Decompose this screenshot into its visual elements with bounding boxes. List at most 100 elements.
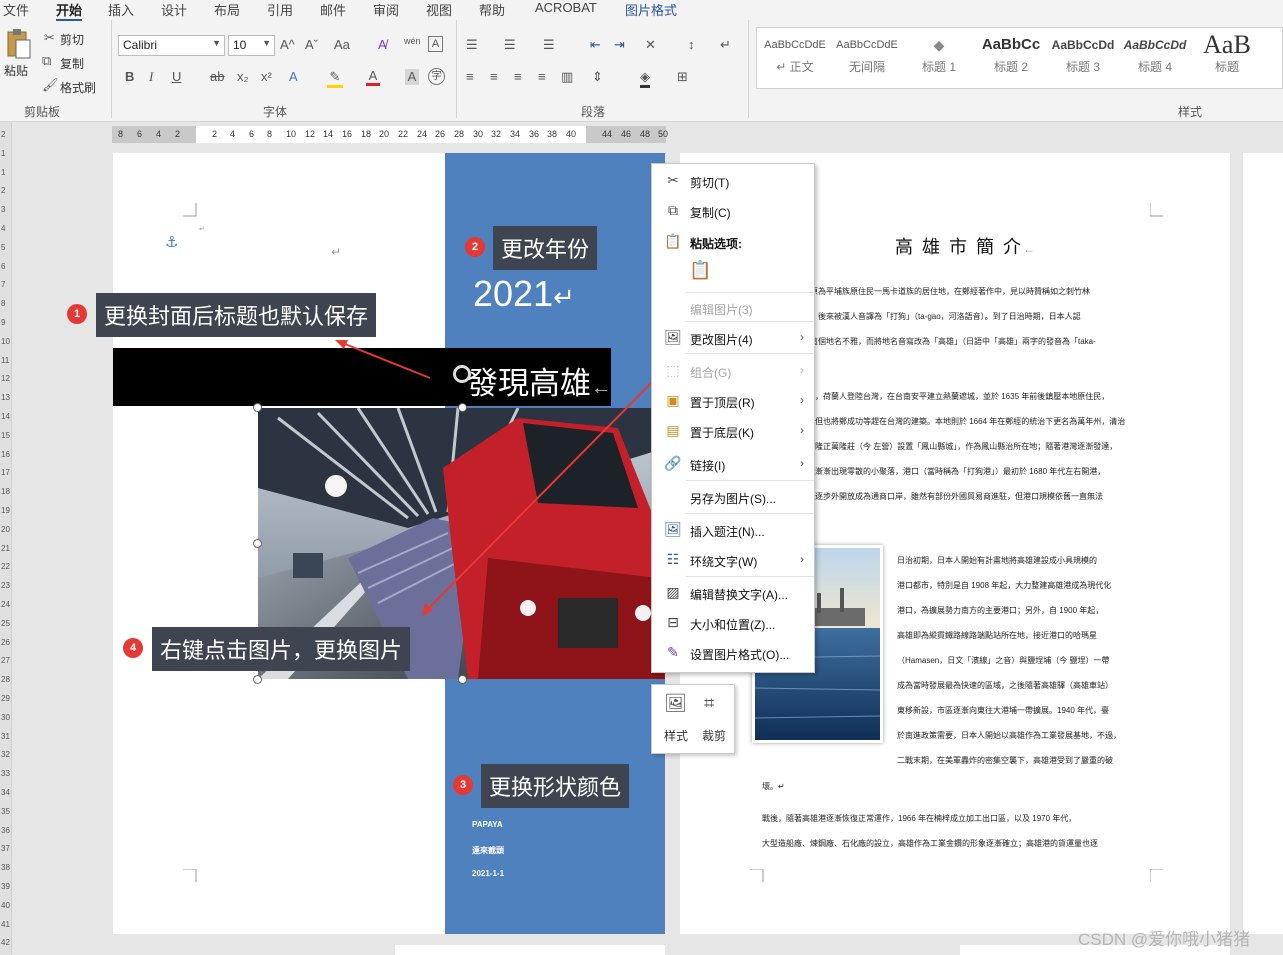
paragraph-mark: ↵ [331, 245, 342, 259]
menu-item-format-picture[interactable]: ✎ 设置图片格式(O)... [652, 641, 814, 665]
crop-mark [183, 869, 197, 882]
cover-author[interactable]: 遠來截頭 [472, 845, 504, 856]
style-preview: AaB [1203, 32, 1251, 58]
multilevel-list-icon[interactable]: ☰ [543, 37, 555, 53]
shading-icon[interactable]: ◈ [640, 69, 650, 88]
tab-references[interactable]: 引用 [267, 0, 293, 19]
menu-item-save-as-picture[interactable]: 另存为图片(S)... [652, 485, 814, 509]
font-name-select[interactable]: Calibri ▼ [118, 35, 225, 56]
copy-button[interactable]: 复制 [60, 55, 84, 72]
horizontal-ruler[interactable]: 8 6 4 2 2 4 6 8 10 12 14 16 18 20 22 24 26 28 30 32 34 36 38 40… [112, 126, 668, 143]
cut-button[interactable]: 剪切 [60, 31, 84, 48]
phonetic-guide-icon[interactable]: wén [404, 36, 421, 46]
ruler-tick-label: 19 [1, 506, 10, 515]
vertical-ruler[interactable]: 2 1 1 2 3 4 5 6 7 8 9 10 11 12 13 14 15 16 17 18 19 20 21 22 23 2… [0, 122, 12, 955]
cover-company[interactable]: PAPAYA [472, 820, 503, 829]
rotate-handle-icon[interactable] [453, 365, 471, 383]
align-center-icon[interactable]: ≡ [490, 69, 498, 84]
bullets-icon[interactable]: ☰ [466, 37, 478, 53]
chinese-layout-icon[interactable]: ✕ [645, 37, 656, 53]
ruler-tick-label: 18 [1, 487, 10, 497]
tab-help[interactable]: 帮助 [479, 0, 505, 19]
borders-icon[interactable]: ⊞ [677, 69, 688, 85]
wrap-text-icon: ☷ [666, 551, 680, 567]
resize-handle[interactable] [458, 675, 467, 684]
line-spacing-icon[interactable]: ⇕ [592, 69, 603, 85]
menu-item-bring-to-front[interactable]: ▣ 置于顶层(R) › [652, 389, 814, 413]
resize-handle[interactable] [253, 675, 262, 684]
clear-formatting-icon[interactable]: A̸ [378, 37, 387, 52]
menu-item-send-to-back[interactable]: ▤ 置于底层(K) › [652, 419, 814, 443]
menu-item-insert-caption[interactable]: 🖼 插入题注(N)... [652, 518, 814, 542]
menu-item-change-picture[interactable]: 🖼 更改图片(4) › [652, 326, 814, 350]
italic-icon[interactable]: I [149, 69, 153, 85]
distributed-icon[interactable]: ▥ [561, 69, 573, 85]
resize-handle[interactable] [253, 403, 262, 412]
tab-acrobat[interactable]: ACROBAT [535, 0, 597, 15]
strikethrough-icon[interactable]: ab [210, 69, 224, 84]
tab-review[interactable]: 审阅 [373, 0, 399, 19]
style-no-spacing[interactable]: AaBbCcDdE 无间隔 [832, 32, 902, 82]
highlight-icon[interactable]: ✎ [327, 69, 343, 88]
menu-item-copy[interactable]: ⧉ 复制(C) [652, 199, 814, 223]
picture-style-button[interactable]: 🖼 样式 [660, 691, 694, 751]
menu-item-size-position[interactable]: ⊟ 大小和位置(Z)... [652, 611, 814, 635]
style-normal[interactable]: AaBbCcDdE ↵ 正文 [760, 32, 830, 82]
cover-page: ⚓ ↵ ↵ 2021↵ 發現高雄← PAPAYA 遠來截頭 2021-1-1 [113, 153, 665, 934]
ruler-tick-label: 9 [1, 318, 6, 327]
cover-date[interactable]: 2021-1-1 [472, 869, 504, 878]
justify-icon[interactable]: ≡ [538, 69, 546, 84]
style-heading-4[interactable]: AaBbCcDd 标题 4 [1120, 32, 1190, 82]
tab-picture-format[interactable]: 图片格式 [625, 0, 677, 19]
char-shading-icon[interactable]: A [405, 69, 419, 85]
subscript-icon[interactable]: x₂ [237, 69, 249, 84]
cover-year[interactable]: 2021↵ [473, 273, 575, 315]
font-color-icon[interactable]: A [366, 68, 380, 86]
sort-icon[interactable]: ↕ [688, 37, 695, 52]
resize-handle[interactable] [253, 539, 262, 548]
tab-mailings[interactable]: 邮件 [320, 0, 346, 19]
style-heading-3[interactable]: AaBbCcDd 标题 3 [1048, 32, 1118, 82]
text-effects-icon[interactable]: A [289, 69, 298, 84]
tab-view[interactable]: 视图 [426, 0, 452, 19]
menu-item-wrap-text[interactable]: ☷ 环绕文字(W) › [652, 548, 814, 572]
menu-item-link[interactable]: 🔗 链接(I) › [652, 452, 814, 476]
tab-insert[interactable]: 插入 [108, 0, 134, 19]
align-right-icon[interactable]: ≡ [514, 69, 522, 84]
format-painter-button[interactable]: 格式刷 [60, 79, 96, 96]
resize-handle[interactable] [458, 403, 467, 412]
style-title[interactable]: AaB 标题 [1192, 32, 1262, 82]
tab-layout[interactable]: 布局 [214, 0, 240, 19]
numbering-icon[interactable]: ☰ [504, 37, 516, 53]
anchor-icon[interactable]: ⚓ [165, 233, 178, 251]
tab-design[interactable]: 设计 [161, 0, 187, 19]
paste-keep-source-icon[interactable]: 📋 [689, 260, 713, 284]
grow-font-icon[interactable]: A^ [280, 37, 295, 52]
menu-item-edit-picture: 编辑图片(3) [652, 296, 814, 320]
tab-home[interactable]: 开始 [56, 0, 83, 21]
style-preview: AaBbCcDdE [836, 39, 898, 51]
style-name: 无间隔 [848, 60, 885, 74]
decrease-indent-icon[interactable]: ⇤ [590, 37, 601, 53]
font-size-select[interactable]: 10 ▼ [228, 35, 275, 56]
bold-icon[interactable]: B [125, 69, 134, 84]
intro-title[interactable]: 高 雄 市 簡 介← [895, 233, 1037, 259]
shrink-font-icon[interactable]: Aˇ [305, 37, 318, 52]
menu-item-cut[interactable]: ✂ 剪切(T) [652, 169, 814, 193]
crop-button[interactable]: ⌗ 裁剪 [698, 691, 732, 751]
align-left-icon[interactable]: ≡ [466, 69, 474, 84]
increase-indent-icon[interactable]: ⇥ [614, 37, 625, 53]
cover-title[interactable]: 發現高雄← [467, 358, 611, 403]
menu-item-edit-alt-text[interactable]: ▨ 编辑替换文字(A)... [652, 581, 814, 605]
tab-file[interactable]: 文件 [3, 0, 29, 19]
paste-button[interactable]: 粘贴 [4, 28, 34, 78]
show-marks-icon[interactable]: ↵ [720, 37, 731, 53]
ruler-tick-label: 25 [1, 618, 10, 628]
change-case-icon[interactable]: Aa [334, 37, 350, 52]
character-border-icon[interactable]: A [428, 36, 443, 52]
superscript-icon[interactable]: x² [261, 69, 272, 84]
style-heading-1[interactable]: ◆ 标题 1 [904, 32, 974, 82]
enclose-char-icon[interactable]: 字 [428, 68, 445, 85]
underline-icon[interactable]: U [172, 69, 181, 84]
style-heading-2[interactable]: AaBbCc 标题 2 [976, 32, 1046, 82]
